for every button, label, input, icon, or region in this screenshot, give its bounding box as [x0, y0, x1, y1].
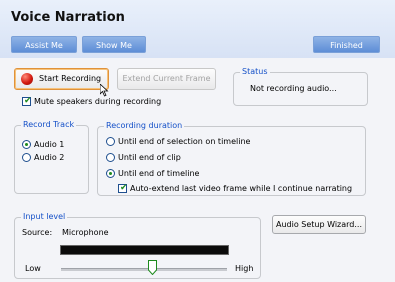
show-me-button[interactable]: Show Me [82, 36, 146, 53]
until-end-timeline-label: Until end of timeline [118, 169, 200, 178]
status-text: Not recording audio... [250, 84, 337, 93]
record-icon [21, 73, 33, 85]
start-recording-label: Start Recording [39, 74, 102, 83]
until-end-selection-radio[interactable] [106, 137, 115, 146]
until-end-timeline-radio[interactable] [106, 169, 115, 178]
recording-duration-legend: Recording duration [104, 121, 185, 131]
audio-1-radio[interactable] [22, 140, 31, 149]
auto-extend-checkbox[interactable]: ✔ [118, 183, 128, 193]
checkmark-icon: ✔ [24, 96, 32, 106]
audio-1-label: Audio 1 [34, 140, 65, 149]
start-recording-button[interactable]: Start Recording [14, 68, 109, 97]
until-end-clip-label: Until end of clip [118, 153, 181, 162]
until-end-clip-radio[interactable] [106, 153, 115, 162]
finished-button[interactable]: Finished [313, 36, 380, 53]
low-label: Low [25, 264, 41, 273]
mute-speakers-checkbox[interactable]: ✔ [22, 96, 32, 106]
status-group: Status Not recording audio... [233, 67, 368, 106]
source-label: Source: [22, 228, 53, 237]
voice-narration-panel: Voice Narration Assist Me Show Me Finish… [0, 0, 395, 282]
assist-me-button[interactable]: Assist Me [11, 36, 77, 53]
until-end-selection-label: Until end of selection on timeline [118, 137, 251, 146]
audio-2-radio[interactable] [22, 153, 31, 162]
extend-current-frame-button[interactable]: Extend Current Frame [117, 68, 216, 90]
header: Voice Narration Assist Me Show Me Finish… [0, 0, 395, 59]
record-track-legend: Record Track [21, 120, 77, 130]
input-level-meter [60, 245, 229, 255]
status-legend: Status [240, 67, 270, 77]
input-volume-slider-thumb[interactable] [147, 260, 157, 276]
panel-title: Voice Narration [11, 10, 125, 25]
auto-extend-label: Auto-extend last video frame while I con… [130, 184, 353, 193]
input-level-legend: Input level [21, 212, 68, 222]
audio-2-label: Audio 2 [34, 153, 65, 162]
mute-speakers-label: Mute speakers during recording [34, 97, 162, 106]
high-label: High [235, 264, 254, 273]
audio-setup-wizard-button[interactable]: Audio Setup Wizard... [272, 215, 366, 234]
checkmark-icon: ✔ [120, 183, 128, 193]
source-value: Microphone [62, 228, 109, 237]
input-volume-slider-track[interactable] [61, 268, 227, 271]
